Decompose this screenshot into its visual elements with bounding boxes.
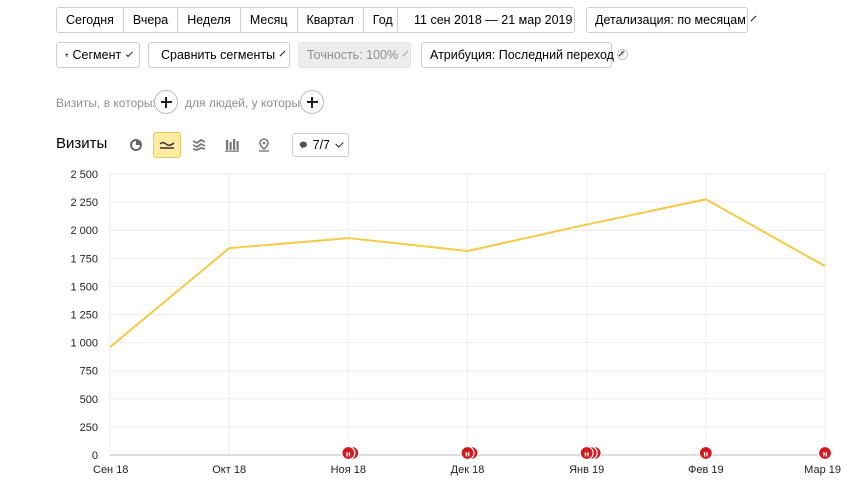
- data-point[interactable]: [584, 222, 590, 228]
- chevron-down-icon: [279, 50, 286, 56]
- data-point[interactable]: [465, 248, 471, 254]
- y-tick-label: 1 000: [70, 338, 98, 350]
- comment-icon: [299, 141, 307, 149]
- segment-dropdown[interactable]: Сегмент: [56, 42, 140, 68]
- map-view-button[interactable]: [250, 132, 278, 158]
- annotation-letter: н: [823, 450, 828, 459]
- chart-title: Визиты: [56, 135, 108, 152]
- area-chart-icon: [192, 139, 206, 151]
- detail-dropdown[interactable]: Детализация: по месяцам: [586, 7, 757, 33]
- y-tick-label: 1 250: [70, 310, 98, 322]
- period-year-button[interactable]: Год: [363, 8, 402, 32]
- filter-icon: [65, 53, 69, 57]
- y-tick-label: 0: [92, 450, 98, 462]
- area-chart-view-button[interactable]: [185, 132, 213, 158]
- period-today-button[interactable]: Сегодня: [57, 8, 124, 32]
- annotation-letter: н: [703, 450, 708, 459]
- line-chart-view-button[interactable]: [153, 132, 181, 158]
- x-tick-label: Мар 19: [804, 464, 841, 476]
- compare-segments-dropdown[interactable]: Сравнить сегменты: [148, 42, 290, 68]
- annotation-letter: н: [465, 450, 470, 459]
- date-range-label: 11 сен 2018 — 21 мар 2019: [414, 13, 573, 27]
- x-tick-label: Дек 18: [451, 464, 485, 476]
- y-tick-label: 250: [80, 422, 98, 434]
- annotation-marker[interactable]: н: [579, 445, 602, 461]
- line-chart-icon: [159, 141, 175, 149]
- bar-chart-icon: [225, 138, 239, 152]
- visits-condition-label: Визиты, в которых: [56, 96, 159, 110]
- chevron-down-icon: [335, 138, 344, 148]
- accuracy-dropdown[interactable]: Точность: 100%: [298, 42, 411, 68]
- visits-line-chart: 0 250 500 750 1 000 1 250 1 500 1 750 2 000 2 250…: [70, 169, 841, 476]
- accuracy-label: Точность: 100%: [307, 48, 399, 62]
- annotation-letter: н: [346, 450, 351, 459]
- data-point[interactable]: [703, 196, 709, 202]
- x-tick-label: Фев 19: [688, 464, 724, 476]
- y-tick-label: 750: [80, 366, 98, 378]
- detail-label: Детализация: по месяцам: [595, 13, 746, 27]
- annotations-dropdown[interactable]: 7/7: [292, 133, 349, 157]
- annotation-marker[interactable]: н: [817, 445, 833, 461]
- y-tick-label: 2 250: [70, 197, 98, 209]
- y-tick-label: 2 500: [70, 169, 98, 181]
- chevron-down-icon: [402, 50, 409, 56]
- attribution-dropdown[interactable]: Атрибуция: Последний переход: [421, 42, 625, 68]
- pie-chart-icon: [130, 139, 142, 151]
- y-tick-label: 1 500: [70, 281, 98, 293]
- chevron-down-icon: [126, 49, 134, 57]
- pie-chart-view-button[interactable]: [122, 132, 150, 158]
- compare-segments-label: Сравнить сегменты: [161, 48, 276, 62]
- chevron-down-icon: [750, 15, 757, 21]
- annotation-marker[interactable]: н: [460, 445, 479, 461]
- data-point[interactable]: [226, 245, 232, 251]
- data-point[interactable]: [345, 235, 351, 241]
- x-tick-label: Янв 19: [569, 464, 604, 476]
- data-point[interactable]: [107, 344, 113, 350]
- segment-label: Сегмент: [72, 48, 122, 62]
- date-range-button[interactable]: 11 сен 2018 — 21 мар 2019: [397, 7, 575, 33]
- add-visit-condition-button[interactable]: [154, 90, 178, 114]
- attribution-label: Атрибуция: Последний переход: [430, 48, 614, 62]
- y-tick-label: 2 000: [70, 225, 98, 237]
- annotation-marker[interactable]: н: [698, 445, 713, 461]
- data-point[interactable]: [822, 263, 828, 269]
- period-week-button[interactable]: Неделя: [178, 8, 241, 32]
- annotations-count: 7/7: [312, 138, 331, 152]
- bar-chart-view-button[interactable]: [218, 132, 246, 158]
- y-tick-label: 500: [80, 394, 98, 406]
- period-quarter-button[interactable]: Квартал: [297, 8, 364, 32]
- map-pin-icon: [259, 138, 269, 152]
- add-people-condition-button[interactable]: [300, 90, 324, 114]
- people-condition-label: для людей, у которых: [185, 96, 307, 110]
- period-month-button[interactable]: Месяц: [240, 8, 298, 32]
- period-selector: Сегодня Вчера Неделя Месяц Квартал Год: [56, 7, 403, 33]
- x-tick-label: Сен 18: [93, 464, 128, 476]
- period-yesterday-button[interactable]: Вчера: [123, 8, 179, 32]
- annotation-marker[interactable]: н: [341, 445, 360, 461]
- annotation-letter: н: [584, 450, 589, 459]
- x-tick-label: Ноя 18: [331, 464, 366, 476]
- x-tick-label: Окт 18: [212, 464, 246, 476]
- help-icon[interactable]: ?: [617, 49, 628, 60]
- y-tick-label: 1 750: [70, 253, 98, 265]
